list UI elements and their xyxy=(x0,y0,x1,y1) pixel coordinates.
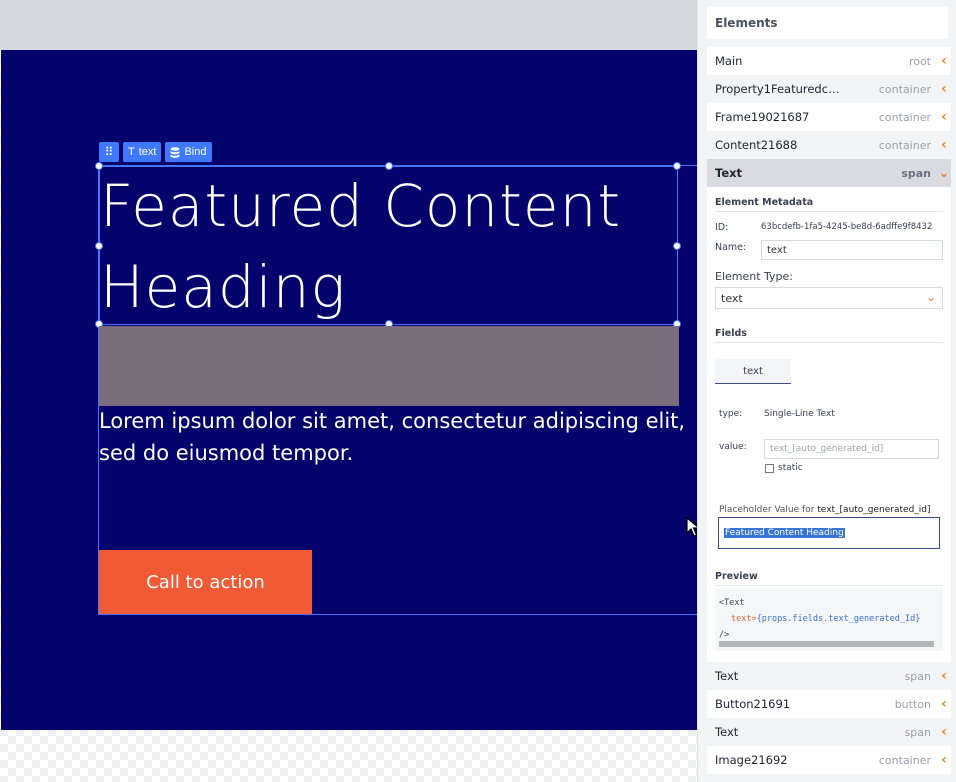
element-type-label: text xyxy=(138,146,157,158)
element-type-label: Element Type: xyxy=(715,270,794,283)
body-text[interactable]: Lorem ipsum dolor sit amet, consectetur … xyxy=(99,405,689,469)
name-label: Name: xyxy=(715,242,747,253)
chevron-down-icon[interactable]: ⌄ xyxy=(937,165,951,181)
tree-item-property1[interactable]: Property1Featuredco... container ‹ xyxy=(707,75,951,103)
metadata-section-title: Element Metadata xyxy=(715,197,814,208)
elements-panel: Elements Main root ‹ Property1Featuredco… xyxy=(697,0,956,782)
chevron-down-icon: ⌄ xyxy=(925,290,936,304)
tree-item-type: container xyxy=(878,753,931,767)
element-type-button[interactable]: T text xyxy=(123,142,162,162)
element-type-value: text xyxy=(721,291,743,305)
divider xyxy=(715,585,943,586)
name-field[interactable]: text xyxy=(761,240,943,260)
tree-item-type: button xyxy=(894,697,931,711)
chevron-left-icon[interactable]: ‹ xyxy=(937,752,951,768)
placeholder-value-textarea[interactable]: Featured Content Heading xyxy=(718,517,940,549)
element-toolbar: ⠿ T text Bind xyxy=(99,142,212,162)
tree-item-type: span xyxy=(904,725,931,739)
code-line-2: text={props.fields.text_generated_Id} xyxy=(719,611,939,627)
tree-item-button[interactable]: Button21691 button ‹ xyxy=(707,690,951,718)
chevron-left-icon[interactable]: ‹ xyxy=(937,53,951,69)
tree-item-type: root xyxy=(908,54,931,68)
tree-item-text-selected[interactable]: Text span ⌄ xyxy=(707,159,951,187)
chevron-left-icon[interactable]: ‹ xyxy=(937,109,951,125)
resize-handle-tl[interactable] xyxy=(95,162,103,170)
database-icon xyxy=(170,146,180,158)
tree-item-name: Property1Featuredco... xyxy=(715,82,840,96)
id-value: 63bcdefb-1fa5-4245-be8d-6adffe9f8432 xyxy=(761,222,933,232)
tree-item-name: Image21692 xyxy=(715,753,788,767)
field-value-label: value: xyxy=(719,442,747,452)
divider xyxy=(715,211,943,212)
tree-item-type: container xyxy=(878,82,931,96)
element-type-select[interactable]: text ⌄ xyxy=(715,287,943,309)
tree-item-content[interactable]: Content21688 container ‹ xyxy=(707,131,951,159)
tab-text[interactable]: text xyxy=(715,359,791,384)
id-label: ID: xyxy=(715,222,729,233)
resize-handle-ml[interactable] xyxy=(95,242,103,250)
placeholder-key: text_[auto_generated_id] xyxy=(817,505,931,515)
resize-handle-tr[interactable] xyxy=(673,162,681,170)
placeholder-label: Placeholder Value for text_[auto_generat… xyxy=(719,505,931,515)
divider xyxy=(715,342,943,343)
call-to-action-button[interactable]: Call to action xyxy=(99,550,312,614)
chevron-left-icon[interactable]: ‹ xyxy=(937,137,951,153)
field-type-value: Single-Line Text xyxy=(764,409,835,419)
resize-handle-tm[interactable] xyxy=(385,162,393,170)
text-type-icon: T xyxy=(128,146,135,158)
tree-item-text[interactable]: Text span ‹ xyxy=(707,718,951,746)
field-value-input[interactable]: text_[auto_generated_id] xyxy=(764,439,939,459)
bind-button[interactable]: Bind xyxy=(165,142,212,162)
field-type-label: type: xyxy=(719,409,743,419)
selection-box xyxy=(95,162,681,328)
tree-item-type: container xyxy=(878,110,931,124)
tree-item-type: span xyxy=(904,669,931,683)
chevron-left-icon[interactable]: ‹ xyxy=(937,668,951,684)
panel-title: Elements xyxy=(707,7,948,39)
tree-item-type: container xyxy=(878,138,931,152)
code-preview: <Text text={props.fields.text_generated_… xyxy=(715,589,943,651)
tree-item-main[interactable]: Main root ‹ xyxy=(707,47,951,75)
tree-item-name: Content21688 xyxy=(715,138,798,152)
tree-item-image[interactable]: Image21692 container ‹ xyxy=(707,746,951,774)
tree-item-frame[interactable]: Frame19021687 container ‹ xyxy=(707,103,951,131)
tree-item-name: Frame19021687 xyxy=(715,110,810,124)
static-checkbox[interactable] xyxy=(765,464,774,473)
tree-item-name: Main xyxy=(715,54,743,68)
chevron-left-icon[interactable]: ‹ xyxy=(937,696,951,712)
tree-item-name: Text xyxy=(715,725,739,739)
resize-handle-mr[interactable] xyxy=(673,242,681,250)
tree-item-name: Text xyxy=(715,669,739,683)
tree-item-type: span xyxy=(901,166,931,180)
code-value: {props.fields.text_generated_Id} xyxy=(756,614,921,624)
code-attr: text= xyxy=(731,614,757,624)
element-detail: Element Metadata ID: 63bcdefb-1fa5-4245-… xyxy=(707,187,951,662)
tree-item-name: Button21691 xyxy=(715,697,791,711)
chevron-left-icon[interactable]: ‹ xyxy=(937,81,951,97)
canvas-top-margin xyxy=(0,0,697,50)
placeholder-value-text: Featured Content Heading xyxy=(724,528,845,538)
preview-section-title: Preview xyxy=(715,571,758,582)
fields-section-title: Fields xyxy=(715,328,747,339)
chevron-left-icon[interactable]: ‹ xyxy=(937,724,951,740)
bind-label: Bind xyxy=(184,146,207,158)
static-label: static xyxy=(778,463,803,473)
tree-item-text[interactable]: Text span ‹ xyxy=(707,662,951,690)
horizontal-scrollbar[interactable] xyxy=(719,641,934,647)
code-line-1: <Text xyxy=(719,598,745,608)
image-placeholder[interactable] xyxy=(99,326,679,406)
tree-item-name: Text xyxy=(715,166,743,180)
drag-grip-icon[interactable]: ⠿ xyxy=(99,142,119,162)
placeholder-label-text: Placeholder Value for xyxy=(719,505,815,515)
